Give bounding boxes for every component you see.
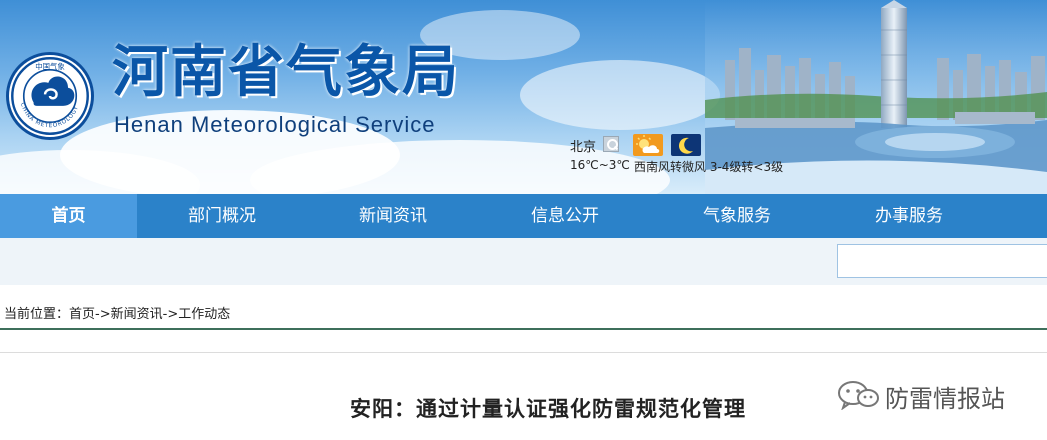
sun-cloud-icon bbox=[633, 134, 663, 156]
search-icon[interactable] bbox=[603, 136, 619, 152]
header-banner: 中国气象 CHINA METEOROLOGY 河南省气象局 Henan Mete… bbox=[0, 0, 1047, 194]
nav-item-disclosure[interactable]: 信息公开 bbox=[479, 194, 651, 238]
watermark: 防雷情报站 bbox=[836, 378, 1036, 413]
divider bbox=[0, 352, 1047, 353]
weather-city[interactable]: 北京 bbox=[570, 136, 596, 155]
nav-item-office-service[interactable]: 办事服务 bbox=[823, 194, 995, 238]
cma-logo-icon[interactable]: 中国气象 CHINA METEOROLOGY bbox=[6, 52, 94, 140]
site-title[interactable]: 河南省气象局 bbox=[112, 40, 460, 106]
nav-item-weather-service[interactable]: 气象服务 bbox=[651, 194, 823, 238]
main-nav: 首页 部门概况 新闻资讯 信息公开 气象服务 办事服务 bbox=[0, 194, 1047, 238]
breadcrumb-home[interactable]: 首页 bbox=[69, 307, 95, 322]
cloud-decoration bbox=[520, 60, 720, 130]
breadcrumb-separator: -> bbox=[95, 307, 111, 322]
weather-widget: 北京 16℃~3℃ 西南风转微风 3-4级转<3级 bbox=[570, 134, 830, 178]
breadcrumb: 当前位置：首页->新闻资讯->工作动态 bbox=[4, 303, 230, 322]
site-subtitle: Henan Meteorological Service bbox=[114, 112, 436, 137]
weather-wind: 西南风转微风 3-4级转<3级 bbox=[634, 160, 784, 174]
breadcrumb-prefix: 当前位置： bbox=[4, 307, 70, 322]
search-input[interactable] bbox=[837, 244, 1047, 278]
article-title: 安阳：通过计量认证强化防雷规范化管理 bbox=[350, 397, 746, 421]
breadcrumb-section[interactable]: 新闻资讯 bbox=[111, 307, 163, 322]
nav-item-department[interactable]: 部门概况 bbox=[137, 194, 307, 238]
watermark-text: 防雷情报站 bbox=[885, 385, 1005, 413]
wechat-icon bbox=[836, 380, 880, 411]
breadcrumb-current[interactable]: 工作动态 bbox=[178, 307, 230, 322]
weather-temperature: 16℃~3℃ bbox=[570, 158, 630, 172]
breadcrumb-separator: -> bbox=[162, 307, 179, 322]
nav-item-home[interactable]: 首页 bbox=[0, 194, 137, 238]
nav-item-news[interactable]: 新闻资讯 bbox=[307, 194, 479, 238]
moon-icon bbox=[671, 134, 701, 156]
logo-top-text: 中国气象 bbox=[35, 62, 65, 71]
divider bbox=[0, 328, 1047, 330]
